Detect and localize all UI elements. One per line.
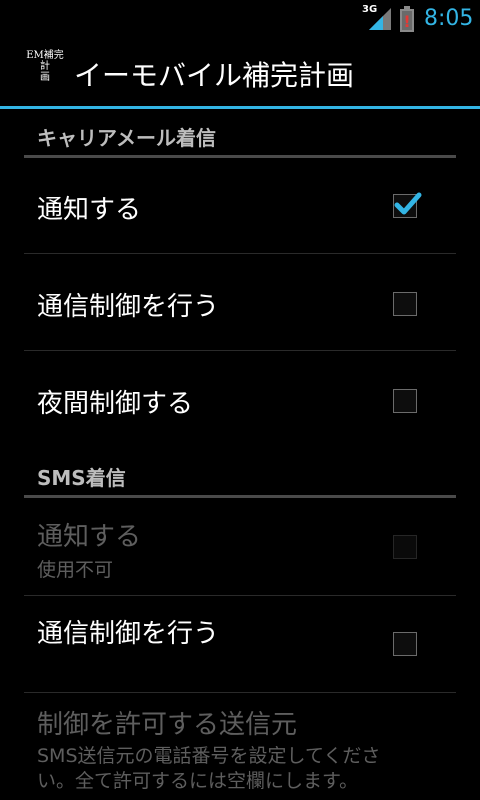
checkmark-icon <box>394 192 422 215</box>
action-bar-divider <box>0 106 480 109</box>
row-divider <box>24 595 456 596</box>
category-divider <box>24 495 456 498</box>
pref-sms-notify: 通知する 使用不可 <box>24 500 456 596</box>
app-icon[interactable]: EM補完 計 画 <box>24 50 66 86</box>
app-icon-line2: 計 <box>40 61 50 72</box>
pref-title: 通知する <box>37 195 142 225</box>
pref-summary-line1: SMS送信元の電話番号を設定してくださ <box>37 745 381 767</box>
checkbox-sms-comm-control[interactable] <box>393 632 417 656</box>
pref-carrier-notify[interactable]: 通知する <box>24 158 456 254</box>
checkbox-carrier-notify[interactable] <box>393 192 422 218</box>
checkbox-sms-notify <box>393 535 417 559</box>
category-header-carrier-mail: キャリアメール着信 <box>24 110 456 158</box>
battery-alert-glyph: ! <box>403 12 410 31</box>
battery-alert-icon: ! <box>400 6 414 32</box>
pref-title: 通知する <box>37 522 142 552</box>
pref-title: 制御を許可する送信元 <box>37 710 298 740</box>
app-icon-line3: 画 <box>40 72 50 83</box>
pref-summary: 使用不可 <box>37 559 114 581</box>
app-icon-line1: EM補完 <box>26 50 64 61</box>
clock: 8:05 <box>424 6 474 31</box>
row-divider <box>24 253 456 254</box>
row-divider <box>24 350 456 351</box>
category-title: SMS着信 <box>37 466 126 490</box>
status-bar: 3G ! 8:05 <box>0 0 480 38</box>
pref-title: 通信制御を行う <box>37 292 220 322</box>
action-bar: EM補完 計 画 イーモバイル補完計画 <box>0 38 480 104</box>
pref-summary-line2: い。全て許可するには空欄にします。 <box>37 770 359 792</box>
pref-sms-comm-control[interactable]: 通信制御を行う <box>24 597 456 693</box>
category-header-sms: SMS着信 <box>24 450 456 498</box>
category-title: キャリアメール着信 <box>37 126 216 150</box>
pref-carrier-night-control[interactable]: 夜間制御する <box>24 352 456 448</box>
row-divider <box>24 692 456 693</box>
pref-title: 夜間制御する <box>37 389 194 419</box>
pref-title: 通信制御を行う <box>37 619 220 649</box>
checkbox-carrier-night-control[interactable] <box>393 389 417 413</box>
checkbox-carrier-comm-control[interactable] <box>393 292 417 316</box>
app-title: イーモバイル補完計画 <box>74 59 355 92</box>
pref-carrier-comm-control[interactable]: 通信制御を行う <box>24 255 456 351</box>
pref-allowed-senders[interactable]: 制御を許可する送信元 SMS送信元の電話番号を設定してくださ い。全て許可するに… <box>24 694 456 800</box>
signal-icon <box>369 8 391 30</box>
